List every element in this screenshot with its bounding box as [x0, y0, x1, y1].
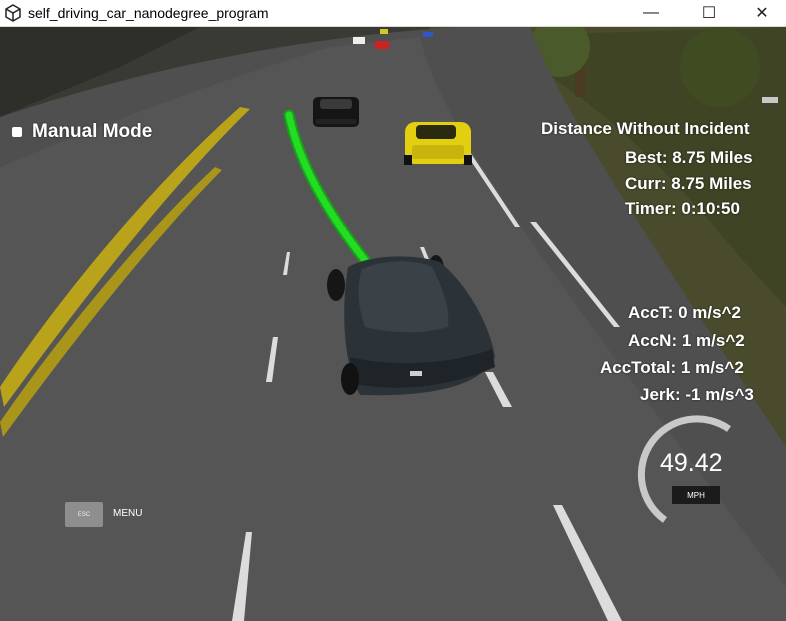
maximize-button[interactable]: ☐ — [680, 0, 738, 26]
best-distance: Best: 8.75 Miles — [625, 148, 753, 167]
distant-car — [375, 41, 389, 49]
esc-button[interactable]: ESC — [65, 502, 103, 527]
speed-value: 49.42 — [660, 449, 723, 477]
game-viewport[interactable] — [0, 27, 786, 621]
distant-car — [380, 29, 388, 34]
current-distance: Curr: 8.75 Miles — [625, 174, 752, 193]
mode-label: Manual Mode — [32, 121, 153, 142]
black-car — [313, 97, 359, 127]
acc-t: AccT: 0 m/s^2 — [628, 303, 741, 322]
minimize-button[interactable]: — — [622, 0, 680, 26]
road-sign — [762, 97, 778, 103]
yellow-car — [404, 122, 472, 165]
window-titlebar: self_driving_car_nanodegree_program — ☐ … — [0, 0, 786, 27]
acc-n: AccN: 1 m/s^2 — [628, 331, 745, 350]
jerk: Jerk: -1 m/s^3 — [640, 385, 754, 404]
acc-total: AccTotal: 1 m/s^2 — [600, 358, 744, 377]
distant-car — [353, 37, 365, 44]
manual-mode-toggle[interactable]: Manual Mode — [12, 121, 152, 143]
speed-unit: MPH — [672, 486, 720, 504]
mode-checkbox[interactable] — [12, 127, 22, 137]
window-title: self_driving_car_nanodegree_program — [28, 5, 269, 21]
distance-title: Distance Without Incident — [541, 119, 750, 138]
unity-icon — [5, 4, 21, 22]
tree-foliage — [680, 27, 760, 107]
menu-label: MENU — [113, 508, 143, 519]
distant-car — [423, 32, 433, 37]
timer: Timer: 0:10:50 — [625, 199, 740, 218]
close-button[interactable]: ✕ — [738, 0, 786, 26]
